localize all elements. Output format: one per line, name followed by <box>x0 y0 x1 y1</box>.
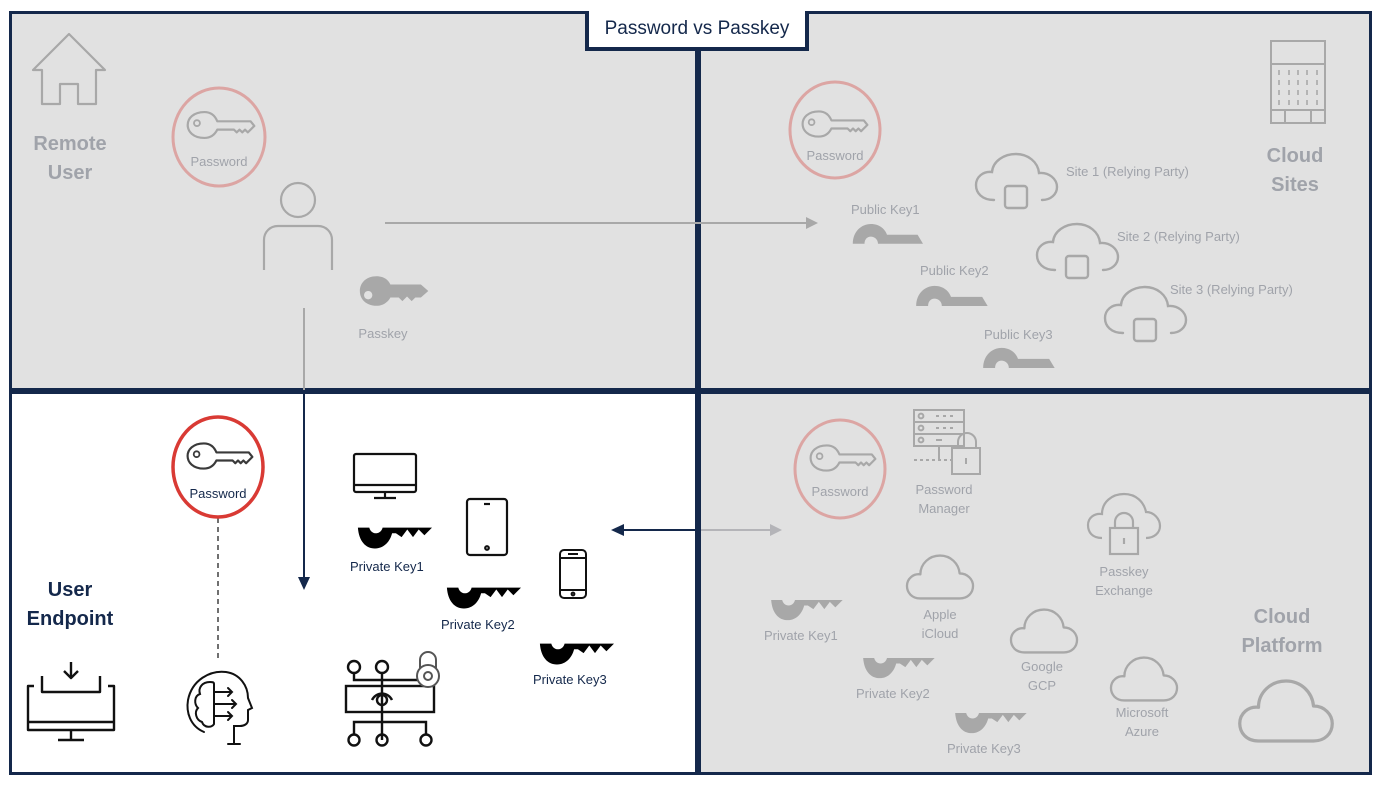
password-label-cloud-sites: Password <box>806 148 864 163</box>
cloud-private-key3-icon <box>952 713 1028 735</box>
google-gcp-label-line2: GCP <box>1027 678 1057 693</box>
password-key-icon-endpoint <box>183 438 257 474</box>
password-label-endpoint: Password <box>189 486 247 501</box>
tablet-icon <box>465 497 509 557</box>
microsoft-azure-label-line1: Microsoft <box>1115 705 1169 720</box>
password-manager-label: Password Manager <box>904 480 984 518</box>
password-label-cloud-platform: Password <box>811 484 869 499</box>
private-key2-label: Private Key2 <box>441 617 515 632</box>
arrow-head-platform-right <box>770 524 782 536</box>
microsoft-azure-label-line2: Azure <box>1125 724 1159 739</box>
public-key2-label: Public Key2 <box>920 263 989 278</box>
site2-cloud-icon <box>1033 222 1123 284</box>
apple-icloud-label-line1: Apple <box>923 607 957 622</box>
cloud-sites-title-line2: Sites <box>1271 174 1319 196</box>
cloud-private-key1-icon <box>768 600 844 622</box>
download-monitor-icon <box>26 662 116 742</box>
cloud-platform-title-line2: Platform <box>1241 635 1323 657</box>
cloud-private-key3-label: Private Key3 <box>947 741 1021 756</box>
passkey-exchange-label-line1: Passkey <box>1099 564 1149 579</box>
apple-icloud-label-line2: iCloud <box>921 626 959 641</box>
password-key-icon-cloud-sites <box>798 106 872 142</box>
user-endpoint-title: User Endpoint <box>20 576 120 634</box>
microsoft-azure-cloud-icon <box>1106 654 1182 704</box>
passkey-exchange-cloud-lock-icon <box>1086 492 1162 556</box>
cloud-platform-cloud-icon <box>1236 676 1336 746</box>
public-key1-label: Public Key1 <box>851 202 920 217</box>
password-manager-label-line1: Password <box>915 482 973 497</box>
site3-label: Site 3 (Relying Party) <box>1170 282 1293 297</box>
cloud-sites-title-line1: Cloud <box>1266 145 1324 167</box>
private-key1-label: Private Key1 <box>350 559 424 574</box>
private-key1-icon <box>356 527 432 551</box>
cloud-platform-title: Cloud Platform <box>1232 603 1332 661</box>
apple-icloud-cloud-icon <box>902 552 978 602</box>
private-key3-icon <box>538 643 614 667</box>
secure-network-chip-icon <box>344 651 440 747</box>
public-key2-icon <box>914 284 988 306</box>
private-key3-label: Private Key3 <box>533 672 607 687</box>
site1-cloud-icon <box>972 152 1062 214</box>
building-icon <box>1270 40 1326 124</box>
google-gcp-label: Google GCP <box>1002 657 1082 695</box>
public-key3-icon <box>981 346 1055 368</box>
cloud-sites-title: Cloud Sites <box>1250 142 1340 200</box>
passkey-exchange-label: Passkey Exchange <box>1086 562 1162 600</box>
public-key3-label: Public Key3 <box>984 327 1053 342</box>
cloud-platform-title-line1: Cloud <box>1253 606 1311 628</box>
passkey-exchange-label-line2: Exchange <box>1095 583 1153 598</box>
arrow-head-endpoint <box>298 577 310 590</box>
password-key-icon-cloud-platform <box>806 440 880 476</box>
private-key2-icon <box>445 587 521 611</box>
brain-head-icon <box>186 670 254 745</box>
google-gcp-label-line1: Google <box>1021 659 1063 674</box>
site1-label: Site 1 (Relying Party) <box>1066 164 1189 179</box>
cloud-private-key1-label: Private Key1 <box>764 628 838 643</box>
desktop-monitor-icon <box>352 452 418 500</box>
microsoft-azure-label: Microsoft Azure <box>1102 703 1182 741</box>
password-manager-server-icon <box>913 409 981 475</box>
cloud-private-key2-icon <box>860 658 936 680</box>
smartphone-icon <box>559 549 587 599</box>
apple-icloud-label: Apple iCloud <box>900 605 980 643</box>
cloud-private-key2-label: Private Key2 <box>856 686 930 701</box>
site2-label: Site 2 (Relying Party) <box>1117 229 1240 244</box>
arrow-head-cloud-sites <box>806 217 818 229</box>
google-gcp-cloud-icon <box>1006 606 1082 656</box>
public-key1-icon <box>851 222 923 244</box>
user-endpoint-title-line1: User <box>47 579 93 601</box>
user-endpoint-title-line2: Endpoint <box>26 608 114 630</box>
password-manager-label-line2: Manager <box>918 501 970 516</box>
arrow-head-endpoint-left <box>611 524 624 536</box>
